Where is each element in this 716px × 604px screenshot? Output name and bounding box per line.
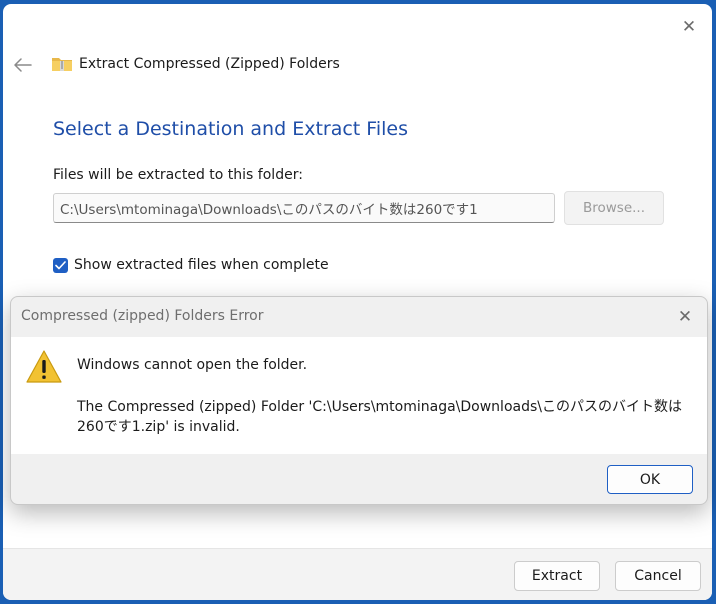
show-files-label: Show extracted files when complete — [74, 257, 329, 273]
destination-label: Files will be extracted to this folder: — [53, 167, 303, 183]
error-dialog-body: Windows cannot open the folder. The Comp… — [11, 337, 707, 454]
error-message: Windows cannot open the folder. — [77, 357, 308, 373]
show-files-checkbox-row[interactable]: Show extracted files when complete — [53, 257, 329, 273]
wizard-footer: Extract Cancel — [3, 548, 712, 600]
error-dialog: Compressed (zipped) Folders Error ✕ Wind… — [10, 296, 708, 505]
page-heading: Select a Destination and Extract Files — [53, 118, 408, 140]
error-close-icon[interactable]: ✕ — [675, 307, 695, 327]
wizard-title-bar: Extract Compressed (Zipped) Folders — [51, 56, 340, 72]
wizard-close-icon[interactable]: ✕ — [679, 17, 699, 37]
ok-button[interactable]: OK — [607, 465, 693, 494]
error-dialog-title: Compressed (zipped) Folders Error — [21, 308, 264, 324]
extract-button[interactable]: Extract — [514, 561, 600, 591]
warning-icon — [26, 350, 62, 383]
show-files-checkbox[interactable] — [53, 257, 68, 273]
destination-path-input[interactable] — [53, 193, 555, 223]
checkmark-icon — [55, 260, 66, 269]
wizard-title: Extract Compressed (Zipped) Folders — [79, 56, 340, 72]
back-arrow-icon[interactable] — [13, 55, 33, 75]
zip-folder-icon — [52, 58, 72, 71]
browse-button[interactable]: Browse... — [564, 191, 664, 225]
cancel-button[interactable]: Cancel — [615, 561, 701, 591]
error-detail: The Compressed (zipped) Folder 'C:\Users… — [77, 399, 682, 435]
